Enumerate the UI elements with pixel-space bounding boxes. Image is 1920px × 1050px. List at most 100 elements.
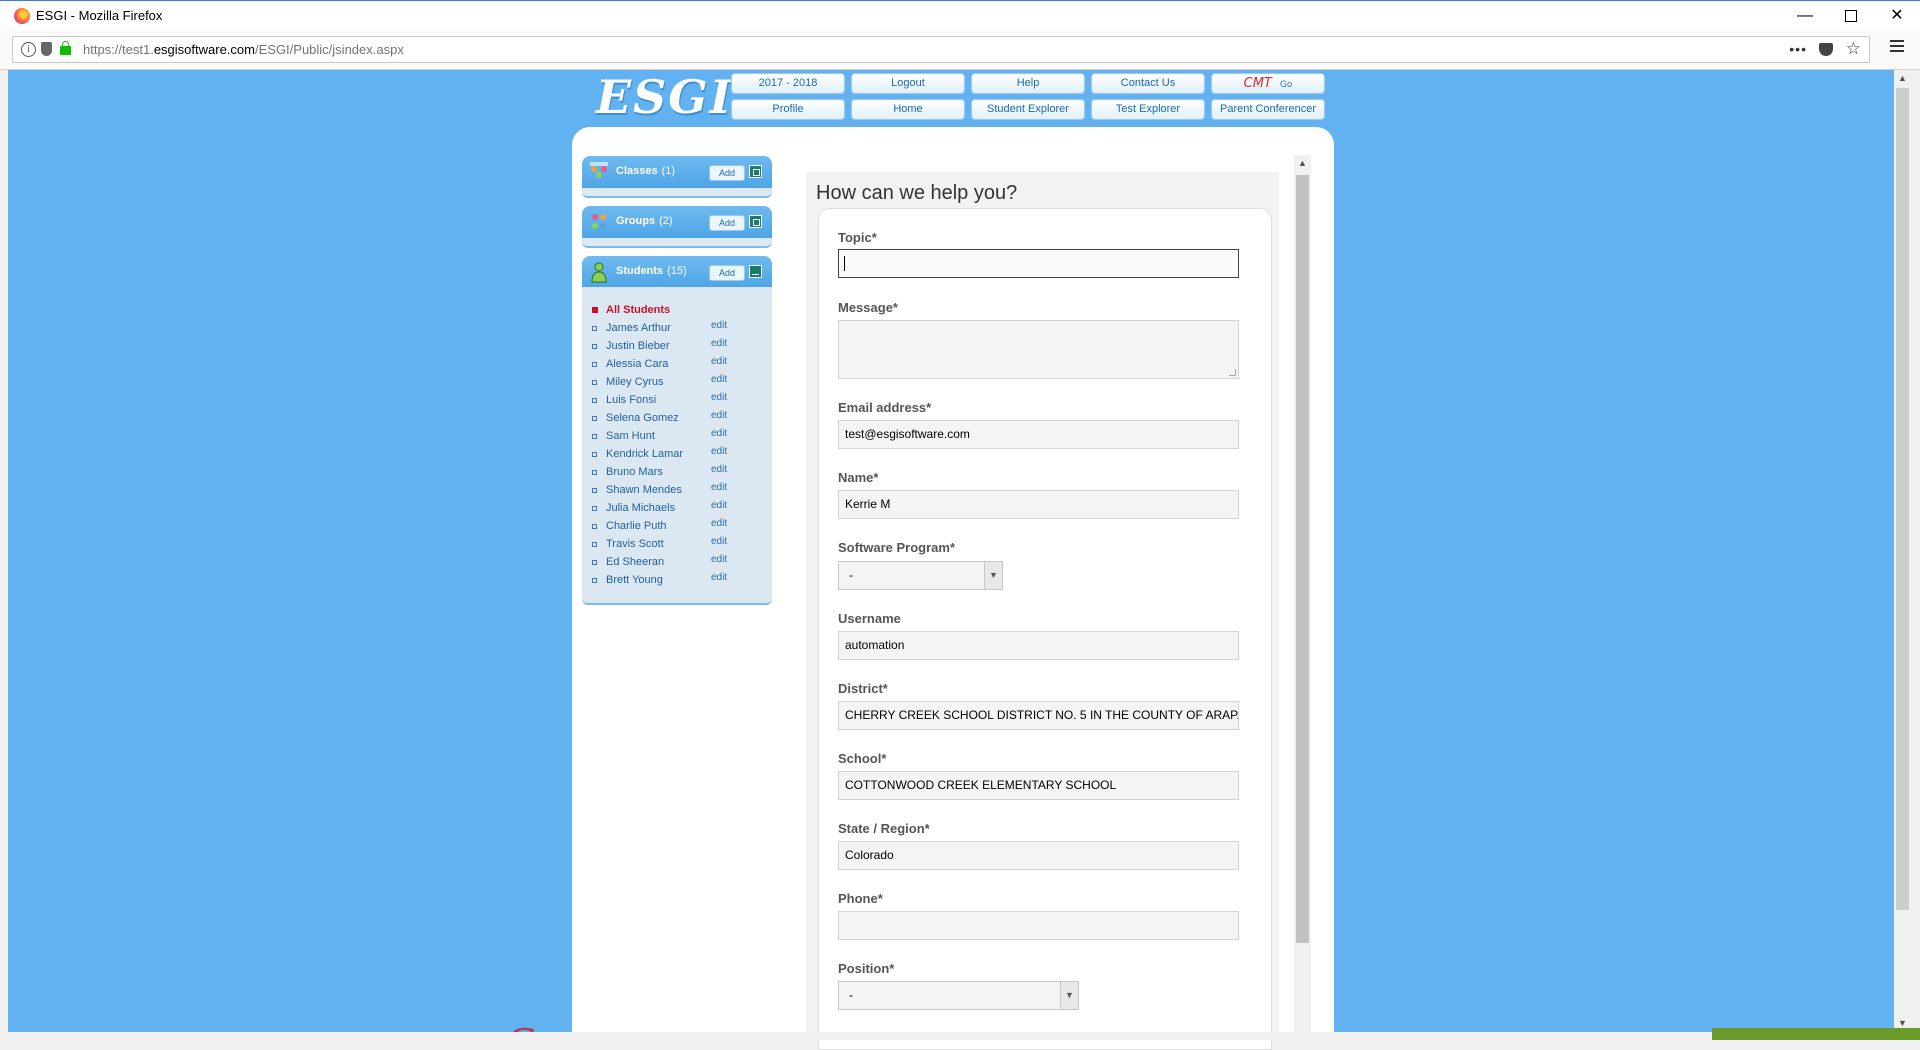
pocket-icon[interactable] (1819, 43, 1833, 56)
nav-test-explorer-button[interactable]: Test Explorer (1091, 99, 1205, 120)
classes-title: Classes (616, 165, 658, 177)
chevron-down-icon[interactable]: ▼ (984, 562, 1002, 589)
nav-help-button[interactable]: Help (971, 73, 1085, 94)
minimize-button[interactable]: — (1782, 1, 1828, 31)
edit-student-link[interactable]: edit (711, 410, 727, 421)
nav-school-year-button[interactable]: 2017 - 2018 (731, 73, 845, 94)
info-icon[interactable]: i (21, 42, 36, 57)
nav-logout-button[interactable]: Logout (851, 73, 965, 94)
student-name[interactable]: Charlie Puth (606, 520, 667, 532)
student-list-item[interactable]: Charlie Puth edit (592, 518, 762, 534)
hamburger-menu-icon[interactable] (1890, 40, 1904, 52)
lock-icon[interactable] (60, 41, 71, 55)
edit-student-link[interactable]: edit (711, 482, 727, 493)
nav-home-button[interactable]: Home (851, 99, 965, 120)
bookmark-star-icon[interactable]: ☆ (1846, 39, 1861, 59)
edit-student-link[interactable]: edit (711, 554, 727, 565)
classes-header[interactable]: Classes (1) Add (582, 156, 772, 188)
edit-student-link[interactable]: edit (711, 392, 727, 403)
expand-groups-icon[interactable] (749, 215, 762, 228)
student-name[interactable]: Selena Gomez (606, 412, 679, 424)
email-field[interactable]: test@esgisoftware.com (838, 420, 1239, 449)
student-list-item[interactable]: Luis Fonsi edit (592, 392, 762, 408)
student-name[interactable]: Shawn Mendes (606, 484, 682, 496)
student-list-item[interactable]: Travis Scott edit (592, 536, 762, 552)
student-name[interactable]: Miley Cyrus (606, 376, 663, 388)
student-list-item[interactable]: Miley Cyrus edit (592, 374, 762, 390)
student-name[interactable]: James Arthur (606, 322, 671, 334)
nav-student-explorer-button[interactable]: Student Explorer (971, 99, 1085, 120)
esgi-logo[interactable]: ESGI (596, 70, 733, 124)
student-list-item[interactable]: Ed Sheeran edit (592, 554, 762, 570)
nav-cmt-button[interactable]: CMT Go (1211, 73, 1325, 94)
student-list-item[interactable]: Sam Hunt edit (592, 428, 762, 444)
phone-field[interactable] (838, 911, 1239, 940)
add-student-button[interactable]: Add (709, 265, 745, 281)
student-name[interactable]: Luis Fonsi (606, 394, 656, 406)
student-list-item[interactable]: Selena Gomez edit (592, 410, 762, 426)
edit-student-link[interactable]: edit (711, 500, 727, 511)
edit-student-link[interactable]: edit (711, 356, 727, 367)
software-program-select[interactable]: - ▼ (838, 561, 1003, 590)
edit-student-link[interactable]: edit (711, 572, 727, 583)
form-scrollbar[interactable]: ▲ (1294, 155, 1311, 1040)
add-group-button[interactable]: Add (709, 215, 745, 231)
nav-contact-us-button[interactable]: Contact Us (1091, 73, 1205, 94)
message-textarea[interactable] (838, 320, 1239, 379)
nav-parent-conferencer-button[interactable]: Parent Conferencer (1211, 99, 1325, 120)
page-actions-icon[interactable]: ••• (1789, 41, 1807, 57)
chevron-down-icon[interactable]: ▼ (1060, 982, 1078, 1009)
name-field[interactable]: Kerrie M (838, 490, 1239, 519)
edit-student-link[interactable]: edit (711, 320, 727, 331)
scroll-up-icon[interactable]: ▲ (1294, 155, 1311, 172)
student-name[interactable]: Ed Sheeran (606, 556, 664, 568)
student-list-item[interactable]: Julia Michaels edit (592, 500, 762, 516)
position-label: Position* (838, 961, 895, 976)
scrollbar-thumb[interactable] (1296, 175, 1309, 943)
edit-student-link[interactable]: edit (711, 536, 727, 547)
tracking-shield-icon[interactable] (41, 42, 52, 56)
student-list-item[interactable]: James Arthur edit (592, 320, 762, 336)
groups-header[interactable]: Groups (2) Add (582, 206, 772, 238)
add-class-button[interactable]: Add (709, 165, 745, 181)
student-name[interactable]: Brett Young (606, 574, 663, 586)
student-name[interactable]: Kendrick Lamar (606, 448, 683, 460)
edit-student-link[interactable]: edit (711, 518, 727, 529)
student-list-item[interactable]: Kendrick Lamar edit (592, 446, 762, 462)
state-field[interactable]: Colorado (838, 841, 1239, 870)
school-field[interactable]: COTTONWOOD CREEK ELEMENTARY SCHOOL (838, 771, 1239, 800)
scrollbar-thumb[interactable] (1896, 88, 1909, 910)
student-list-item[interactable]: Justin Bieber edit (592, 338, 762, 354)
student-name[interactable]: Sam Hunt (606, 430, 655, 442)
district-field[interactable]: CHERRY CREEK SCHOOL DISTRICT NO. 5 IN TH… (838, 701, 1239, 730)
edit-student-link[interactable]: edit (711, 464, 727, 475)
nav-profile-button[interactable]: Profile (731, 99, 845, 120)
student-list-item[interactable]: Shawn Mendes edit (592, 482, 762, 498)
students-header[interactable]: Students (15) Add (582, 256, 772, 288)
edit-student-link[interactable]: edit (711, 446, 727, 457)
student-name[interactable]: Justin Bieber (606, 340, 670, 352)
student-list-item[interactable]: Alessia Cara edit (592, 356, 762, 372)
url-bar[interactable]: i https://test1.esgisoftware.com/ESGI/Pu… (12, 36, 1870, 63)
edit-student-link[interactable]: edit (711, 374, 727, 385)
position-select[interactable]: - ▼ (838, 981, 1079, 1010)
maximize-button[interactable] (1828, 1, 1874, 31)
username-field[interactable]: automation (838, 631, 1239, 660)
all-students-item[interactable]: All Students (592, 304, 762, 318)
student-name[interactable]: Bruno Mars (606, 466, 663, 478)
close-window-button[interactable]: ✕ (1874, 1, 1920, 31)
topic-input[interactable] (838, 249, 1239, 278)
edit-student-link[interactable]: edit (711, 338, 727, 349)
page-scrollbar[interactable]: ▲ ▼ (1894, 70, 1911, 1032)
student-name[interactable]: Travis Scott (606, 538, 664, 550)
edit-student-link[interactable]: edit (711, 428, 727, 439)
student-list-item[interactable]: Brett Young edit (592, 572, 762, 588)
student-list-item[interactable]: Bruno Mars edit (592, 464, 762, 480)
scroll-up-icon[interactable]: ▲ (1894, 70, 1911, 87)
student-name[interactable]: Alessia Cara (606, 358, 668, 370)
resize-handle-icon[interactable] (1229, 369, 1236, 376)
collapse-students-icon[interactable] (749, 265, 762, 278)
url-text[interactable]: https://test1.esgisoftware.com/ESGI/Publ… (83, 42, 404, 57)
student-name[interactable]: Julia Michaels (606, 502, 675, 514)
expand-classes-icon[interactable] (749, 165, 762, 178)
